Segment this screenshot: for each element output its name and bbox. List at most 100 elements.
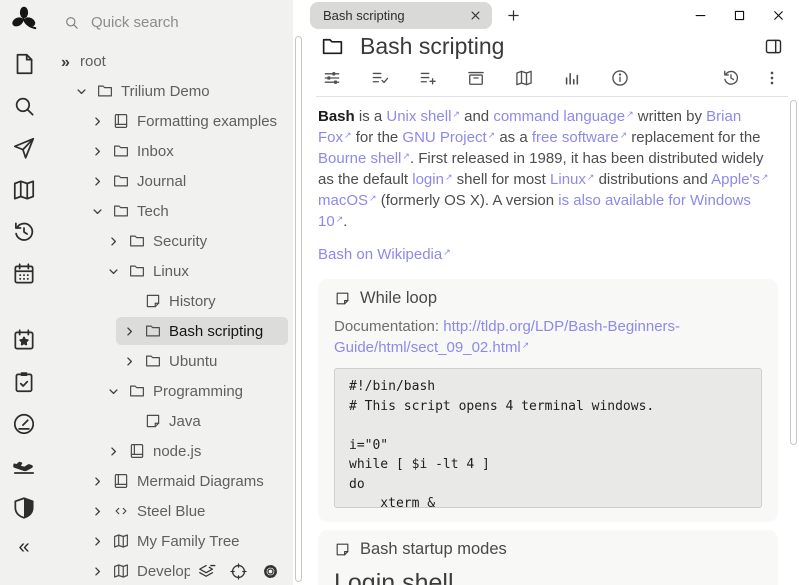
tree-item-ubuntu[interactable]: Ubuntu [48, 346, 293, 376]
chevron-down-icon[interactable] [106, 264, 121, 279]
tab-bash-scripting[interactable]: Bash scripting [310, 2, 492, 29]
split-pane-icon[interactable] [763, 36, 784, 57]
folder-icon[interactable] [320, 34, 345, 59]
tree-item-formatting-examples[interactable]: Formatting examples [48, 106, 293, 136]
chevron-down-icon[interactable] [106, 384, 121, 399]
tree-item-row[interactable]: Tech [84, 197, 288, 225]
tree-item-steel-blue[interactable]: Steel Blue [48, 496, 293, 526]
chevron-right-icon[interactable] [90, 144, 105, 159]
note-revisions-button[interactable] [721, 68, 741, 88]
tree-item-programming[interactable]: Programming [48, 376, 293, 406]
intro-link[interactable]: macOS↗ [318, 192, 377, 209]
intro-link[interactable]: Unix shell↗ [386, 108, 460, 125]
chevron-right-icon[interactable] [90, 504, 105, 519]
chevron-right-icon[interactable] [122, 324, 137, 339]
note-title[interactable]: Bash scripting [360, 33, 504, 60]
tree-item-row[interactable]: Bash scripting [116, 317, 288, 345]
new-tab-button[interactable] [505, 7, 522, 24]
window-maximize-button[interactable] [732, 8, 747, 23]
window-close-button[interactable] [771, 8, 786, 23]
tree-item-row[interactable]: Mermaid Diagrams [84, 467, 288, 495]
intro-link[interactable]: Linux↗ [550, 171, 594, 188]
owned-attributes-button[interactable] [370, 68, 390, 88]
intro-link[interactable]: GNU Project↗ [402, 129, 495, 146]
tree-item-root[interactable]: »root [48, 46, 293, 76]
promoted-attributes-button[interactable] [466, 68, 486, 88]
tree-item-journal[interactable]: Journal [48, 166, 293, 196]
tree-item-row[interactable]: History [116, 287, 288, 315]
window-minimize-button[interactable] [693, 8, 708, 23]
tree-item-row[interactable]: Java [116, 407, 288, 435]
tab-close-icon[interactable] [468, 8, 483, 23]
collapse-launcher-button[interactable]: « [18, 537, 29, 557]
new-note-button[interactable] [11, 51, 37, 77]
more-actions-button[interactable] [762, 68, 782, 88]
security-button[interactable] [11, 495, 37, 521]
tree-item-bash-scripting[interactable]: Bash scripting [48, 316, 293, 346]
tree-item-tech[interactable]: Tech [48, 196, 293, 226]
tree-item-row[interactable]: node.js [100, 437, 288, 465]
tree-item-row[interactable]: Journal [84, 167, 288, 195]
wikipedia-link[interactable]: Bash on Wikipedia↗ [318, 246, 451, 263]
quick-search-input[interactable]: Quick search [48, 0, 293, 44]
scroll-to-active-note-button[interactable] [229, 562, 248, 581]
note-paths-button[interactable] [514, 68, 534, 88]
basic-properties-button[interactable] [322, 68, 342, 88]
tree-item-my-family-tree[interactable]: My Family Tree [48, 526, 293, 556]
dashboard-button[interactable] [11, 411, 37, 437]
collapse-tree-button[interactable] [197, 562, 216, 581]
intro-link[interactable]: free software↗ [532, 129, 627, 146]
chevron-down-icon[interactable] [90, 204, 105, 219]
tree-item-row[interactable]: Linux [100, 257, 288, 285]
tree-item-row[interactable]: Formatting examples [84, 107, 288, 135]
calendar-button[interactable] [11, 261, 37, 287]
tree-item-node-js[interactable]: node.js [48, 436, 293, 466]
content-scrollbar-thumb[interactable] [790, 100, 797, 445]
chevron-right-icon[interactable] [90, 564, 105, 579]
root-expand-icon[interactable]: » [58, 54, 73, 69]
chevron-down-icon[interactable] [74, 84, 89, 99]
section-header[interactable]: While loop [334, 289, 762, 308]
chevron-right-icon[interactable] [90, 174, 105, 189]
tree-item-trilium-demo[interactable]: Trilium Demo [48, 76, 293, 106]
chevron-right-icon[interactable] [90, 474, 105, 489]
tree-scrollbar-thumb[interactable] [295, 36, 302, 582]
jump-to-note-button[interactable] [11, 135, 37, 161]
tree-item-row[interactable]: Security [100, 227, 288, 255]
tree-item-history[interactable]: History [48, 286, 293, 316]
task-manager-button[interactable] [11, 369, 37, 395]
note-map-button[interactable] [11, 177, 37, 203]
chevron-right-icon[interactable] [106, 234, 121, 249]
tree-item-development[interactable]: Development [48, 556, 293, 585]
section-header[interactable]: Bash startup modes [334, 540, 762, 559]
tree-item-row[interactable]: Inbox [84, 137, 288, 165]
intro-link[interactable]: command language↗ [493, 108, 633, 125]
note-info-button[interactable] [610, 68, 630, 88]
intro-link[interactable]: Apple's↗ [711, 171, 768, 188]
code-block[interactable]: #!/bin/bash # This script opens 4 termin… [334, 368, 762, 508]
recent-changes-button[interactable] [11, 219, 37, 245]
tree-item-row[interactable]: Ubuntu [116, 347, 288, 375]
chevron-right-icon[interactable] [90, 534, 105, 549]
tree-item-row[interactable]: Steel Blue [84, 497, 288, 525]
tree-item-java[interactable]: Java [48, 406, 293, 436]
tree-item-linux[interactable]: Linux [48, 256, 293, 286]
chevron-right-icon[interactable] [90, 114, 105, 129]
intro-link[interactable]: login↗ [412, 171, 452, 188]
intro-link[interactable]: Bourne shell↗ [318, 150, 410, 167]
chevron-right-icon[interactable] [106, 444, 121, 459]
tree-item-inbox[interactable]: Inbox [48, 136, 293, 166]
tree-settings-button[interactable] [261, 562, 280, 581]
search-button[interactable] [11, 93, 37, 119]
inherited-attributes-button[interactable] [418, 68, 438, 88]
travel-button[interactable] [11, 453, 37, 479]
tree-item-mermaid-diagrams[interactable]: Mermaid Diagrams [48, 466, 293, 496]
tree-item-security[interactable]: Security [48, 226, 293, 256]
tree-item-row[interactable]: Development [84, 557, 288, 585]
tree-item-row[interactable]: Programming [100, 377, 288, 405]
tree-item-row[interactable]: Trilium Demo [68, 77, 288, 105]
chevron-right-icon[interactable] [122, 354, 137, 369]
tree-item-row[interactable]: »root [52, 47, 288, 75]
calendar-star-button[interactable] [11, 327, 37, 353]
note-map-ribbon-button[interactable] [562, 68, 582, 88]
